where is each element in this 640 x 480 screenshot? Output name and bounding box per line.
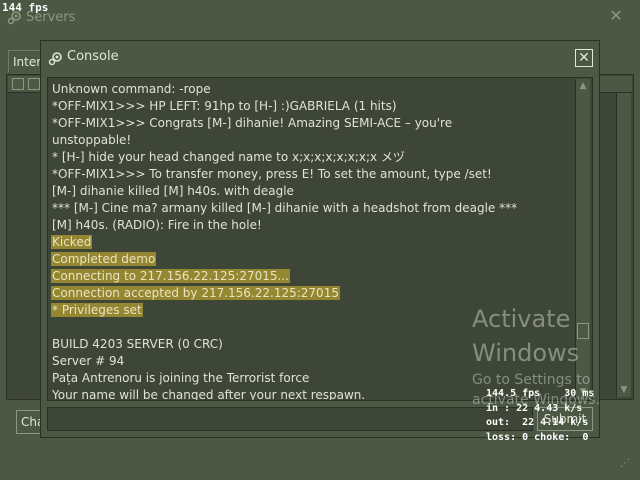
fps-counter: 144 fps xyxy=(2,1,49,14)
netgraph-fps-ping: 144.5 fps 30 ms xyxy=(486,388,595,399)
console-line-text: BUILD 4203 SERVER (0 CRC) xyxy=(52,337,223,351)
console-line-text: Completed demo xyxy=(51,252,157,266)
steam-icon xyxy=(48,52,62,66)
console-line: Connecting to 217.156.22.125:27015... xyxy=(51,268,569,285)
console-line-text: Kicked xyxy=(51,235,93,249)
console-line: * [H-] hide your head changed name to x;… xyxy=(51,149,569,166)
activate-windows-watermark: Activate Windows xyxy=(472,305,580,367)
scroll-down-icon[interactable]: ▼ xyxy=(617,383,631,397)
console-line: *OFF-MIX1>>> To transfer money, press E!… xyxy=(51,166,569,183)
console-line-text: * Privileges set xyxy=(51,303,143,317)
console-window-title: Console xyxy=(67,49,119,64)
console-close-button[interactable]: ✕ xyxy=(575,49,593,67)
netgraph-in: in : 22 4.43 k/s xyxy=(486,402,583,414)
netgraph-loss-choke: loss: 0 choke: 0 xyxy=(486,431,589,443)
console-line-text: *OFF-MIX1>>> HP LEFT: 91hp to [H-] :)GAB… xyxy=(52,99,397,113)
console-line-text: Connection accepted by 217.156.22.125:27… xyxy=(51,286,340,300)
console-line-text: *OFF-MIX1>>> Congrats [M-] dihanie! Amaz… xyxy=(52,116,453,130)
console-command-input[interactable] xyxy=(47,407,533,431)
console-line-text xyxy=(51,320,53,334)
console-line-text: Server # 94 xyxy=(52,354,125,368)
console-line: *OFF-MIX1>>> HP LEFT: 91hp to [H-] :)GAB… xyxy=(51,98,569,115)
console-line-text: Connecting to 217.156.22.125:27015... xyxy=(51,269,290,283)
console-line: Kicked xyxy=(51,234,569,251)
console-line: *OFF-MIX1>>> Congrats [M-] dihanie! Amaz… xyxy=(51,115,569,132)
console-line: Connection accepted by 217.156.22.125:27… xyxy=(51,285,569,302)
console-line: Completed demo xyxy=(51,251,569,268)
console-line-text: Pața Antrenoru is joining the Terrorist … xyxy=(52,371,310,385)
console-line: *** [M-] Cine ma? armany killed [M-] dih… xyxy=(51,200,569,217)
console-line-text: unstoppable! xyxy=(52,133,132,147)
password-column-icon[interactable] xyxy=(12,78,24,90)
netgraph-out: out: 22 4.14 k/s xyxy=(486,417,589,428)
console-line: [M-] dihanie killed [M] h40s. with deagl… xyxy=(51,183,569,200)
console-line-text: Your name will be changed after your nex… xyxy=(52,388,366,401)
net-graph: 144.5 fps 30 ms in : 22 4.43 k/s out: 22 4… xyxy=(486,387,594,445)
secure-column-icon[interactable] xyxy=(28,78,40,90)
console-line-text: Unknown command: -rope xyxy=(52,82,211,96)
console-line-text: *OFF-MIX1>>> To transfer money, press E!… xyxy=(52,167,492,181)
console-line: [M] h40s. (RADIO): Fire in the hole! xyxy=(51,217,569,234)
scroll-up-icon[interactable]: ▲ xyxy=(576,79,590,93)
console-line-text: [M] h40s. (RADIO): Fire in the hole! xyxy=(52,218,262,232)
console-line-text: [M-] dihanie killed [M] h40s. with deagl… xyxy=(52,184,294,198)
console-line: Unknown command: -rope xyxy=(51,81,569,98)
console-line-text: * [H-] hide your head changed name to x;… xyxy=(52,150,405,164)
console-line-text: *** [M-] Cine ma? armany killed [M-] dih… xyxy=(52,201,518,215)
servers-close-button[interactable]: ✕ xyxy=(606,6,626,26)
resize-grip-icon[interactable]: ⋰ xyxy=(620,458,634,472)
console-line: unstoppable! xyxy=(51,132,569,149)
